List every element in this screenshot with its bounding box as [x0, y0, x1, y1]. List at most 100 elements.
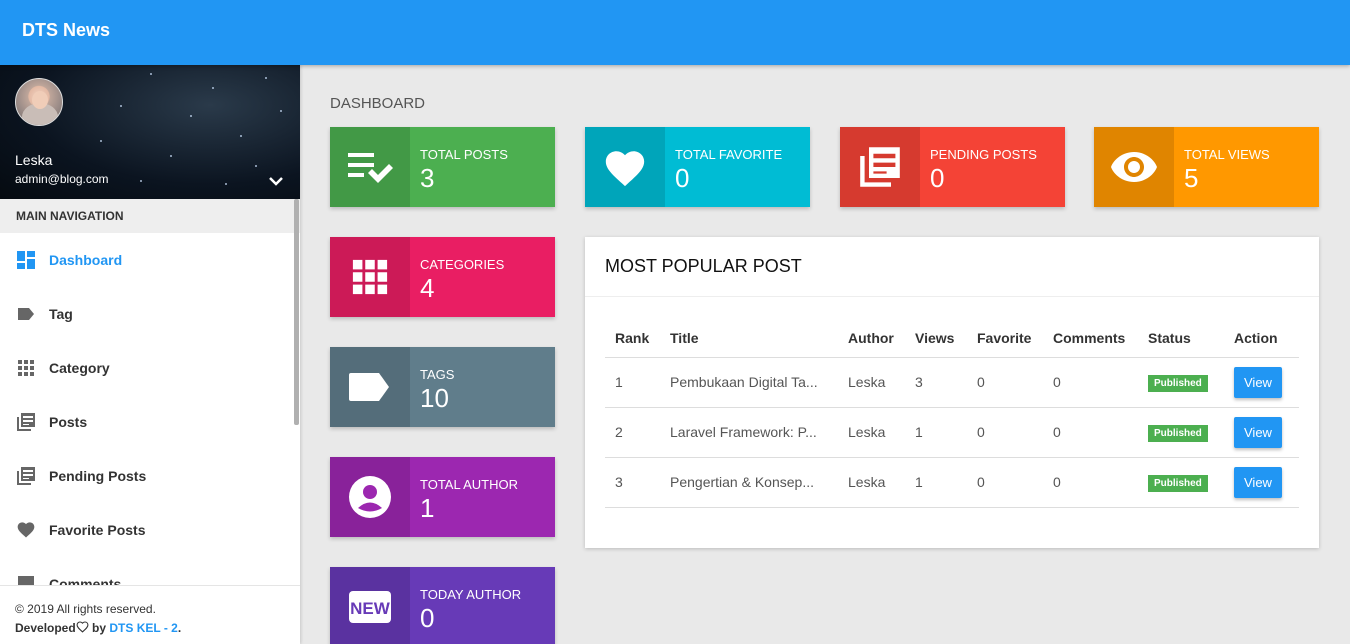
info-box-pending-posts: PENDING POSTS 0	[840, 127, 1065, 207]
author-cell: Leska	[838, 407, 905, 458]
sidebar-item-label: Comments	[49, 576, 122, 585]
favorite-cell: 0	[967, 407, 1043, 458]
stat-value: 0	[930, 163, 945, 193]
stat-value: 4	[420, 273, 435, 303]
sidebar-item-label: Posts	[49, 414, 88, 430]
title-cell: Laravel Framework: P...	[660, 407, 838, 458]
sidebar-footer: © 2019 All rights reserved. Developed by…	[0, 585, 300, 644]
column-header: Favorite	[967, 319, 1043, 358]
top-navbar: DTS News	[0, 0, 1350, 65]
comments-cell: 0	[1043, 457, 1138, 508]
views-cell: 1	[905, 457, 967, 508]
view-button[interactable]: View	[1234, 366, 1282, 398]
sidebar-item-label: Category	[49, 360, 110, 376]
playlist-add-check-icon	[330, 127, 410, 207]
footer-dot: .	[177, 621, 182, 635]
info-box-total-favorite: TOTAL FAVORITE 0	[585, 127, 810, 207]
eye-icon	[1094, 127, 1174, 207]
left-sidebar: Leska admin@blog.com MAIN NAVIGATION Das…	[0, 65, 300, 644]
library-books-icon	[15, 466, 36, 487]
apps-icon	[330, 237, 410, 317]
status-cell: Published	[1138, 357, 1224, 408]
table-row: 2 Laravel Framework: P... Leska 1 0 0 Pu…	[605, 407, 1299, 458]
title-cell: Pengertian & Konsep...	[660, 457, 838, 508]
table-header-row: Rank Title Author Views Favorite Comment…	[605, 319, 1299, 358]
column-header: Author	[838, 319, 905, 358]
sidebar-item-pending-posts[interactable]: Pending Posts	[0, 449, 300, 503]
info-box-categories: CATEGORIES 4	[330, 237, 555, 317]
brand-link[interactable]: DTS News	[22, 20, 110, 41]
rank-cell: 3	[605, 457, 660, 508]
library-books-icon	[15, 412, 36, 433]
author-cell: Leska	[838, 457, 905, 508]
info-box-total-views: TOTAL VIEWS 5	[1094, 127, 1319, 207]
stat-value: 0	[675, 163, 690, 193]
user-avatar[interactable]	[15, 78, 63, 126]
sidebar-item-label: Tag	[49, 306, 73, 322]
comment-icon	[15, 574, 36, 585]
column-header: Views	[905, 319, 967, 358]
column-header: Rank	[605, 319, 660, 358]
sidebar-item-posts[interactable]: Posts	[0, 395, 300, 449]
card-title: MOST POPULAR POST	[585, 237, 1319, 297]
stat-value: 1	[420, 493, 435, 523]
info-box-total-posts: TOTAL POSTS 3	[330, 127, 555, 207]
rank-cell: 1	[605, 357, 660, 408]
heart-icon	[585, 127, 665, 207]
views-cell: 1	[905, 407, 967, 458]
view-button[interactable]: View	[1234, 466, 1282, 498]
info-box-tags: TAGS 10	[330, 347, 555, 427]
stat-label: TOTAL POSTS	[420, 147, 508, 162]
status-badge: Published	[1148, 474, 1208, 492]
favorite-cell: 0	[967, 457, 1043, 508]
sidebar-item-comments[interactable]: Comments	[0, 557, 300, 585]
developed-text: Developed	[15, 621, 76, 635]
comments-cell: 0	[1043, 407, 1138, 458]
sidebar-item-label: Dashboard	[49, 252, 123, 268]
sidebar-menu: Dashboard Tag Category Posts Pending Pos…	[0, 233, 300, 585]
stat-label: TOTAL VIEWS	[1184, 147, 1270, 162]
status-badge: Published	[1148, 374, 1208, 392]
svg-text:NEW: NEW	[350, 599, 391, 618]
view-button[interactable]: View	[1234, 416, 1282, 448]
user-name: Leska	[15, 152, 53, 168]
table-row: 3 Pengertian & Konsep... Leska 1 0 0 Pub…	[605, 457, 1299, 508]
stat-label: TODAY AUTHOR	[420, 587, 522, 602]
sidebar-item-label: Favorite Posts	[49, 522, 146, 538]
status-badge: Published	[1148, 424, 1208, 442]
author-cell: Leska	[838, 357, 905, 408]
stat-label: PENDING POSTS	[930, 147, 1037, 162]
rank-cell: 2	[605, 407, 660, 458]
sidebar-item-dashboard[interactable]: Dashboard	[0, 233, 300, 287]
action-cell: View	[1224, 357, 1299, 408]
stat-label: TOTAL AUTHOR	[420, 477, 518, 492]
sidebar-item-tag[interactable]: Tag	[0, 287, 300, 341]
column-header: Comments	[1043, 319, 1138, 358]
apps-icon	[15, 358, 36, 379]
action-cell: View	[1224, 457, 1299, 508]
status-cell: Published	[1138, 407, 1224, 458]
stat-label: TOTAL FAVORITE	[675, 147, 783, 162]
account-circle-icon	[330, 457, 410, 537]
column-header: Status	[1138, 319, 1224, 358]
team-link[interactable]: DTS KEL - 2	[109, 621, 177, 635]
label-icon	[15, 304, 36, 325]
copyright-text: © 2019 All rights reserved.	[15, 602, 156, 616]
heart-icon	[76, 621, 89, 635]
column-header: Action	[1224, 319, 1299, 358]
info-box-today-author: NEW TODAY AUTHOR 0	[330, 567, 555, 644]
info-box-total-author: TOTAL AUTHOR 1	[330, 457, 555, 537]
column-header: Title	[660, 319, 838, 358]
developed-by-line: Developed by DTS KEL - 2.	[15, 621, 300, 635]
sidebar-item-favorite-posts[interactable]: Favorite Posts	[0, 503, 300, 557]
chevron-down-icon[interactable]	[266, 173, 286, 189]
sidebar-scrollbar[interactable]	[294, 199, 299, 425]
main-navigation-header: MAIN NAVIGATION	[0, 199, 300, 233]
main-content: DASHBOARD TOTAL POSTS 3 TOTAL FAVORITE 0…	[300, 65, 1350, 644]
sidebar-item-category[interactable]: Category	[0, 341, 300, 395]
status-cell: Published	[1138, 457, 1224, 508]
library-books-icon	[840, 127, 920, 207]
heart-icon	[15, 520, 36, 541]
dashboard-icon	[15, 250, 36, 271]
action-cell: View	[1224, 407, 1299, 458]
